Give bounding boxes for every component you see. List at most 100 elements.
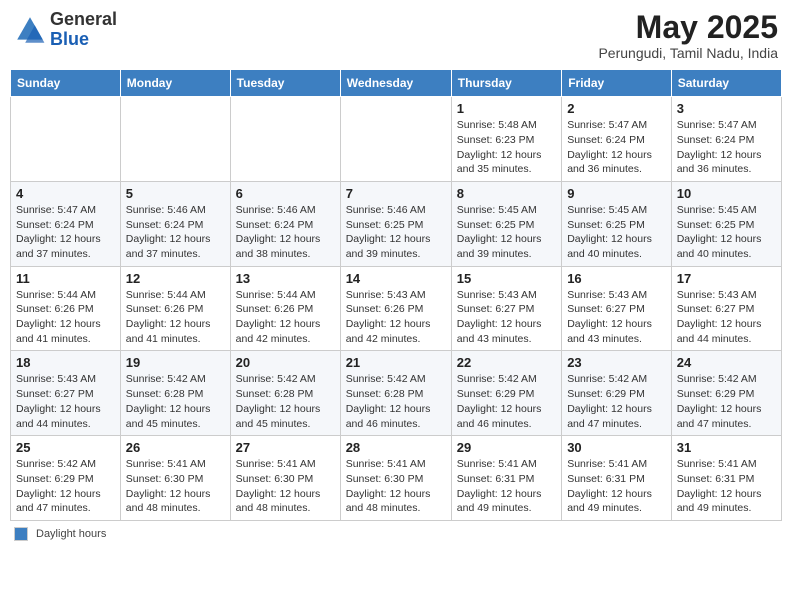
day-detail: Sunrise: 5:42 AM Sunset: 6:29 PM Dayligh…	[567, 372, 666, 431]
calendar-cell: 13 Sunrise: 5:44 AM Sunset: 6:26 PM Dayli…	[230, 266, 340, 351]
day-detail: Sunrise: 5:41 AM Sunset: 6:31 PM Dayligh…	[567, 457, 666, 516]
day-detail: Sunrise: 5:47 AM Sunset: 6:24 PM Dayligh…	[567, 118, 666, 177]
calendar-cell: 8Sunrise: 5:45 AM Sunset: 6:25 PM Daylig…	[451, 181, 561, 266]
day-number: 24	[677, 355, 776, 370]
day-number: 14	[346, 271, 446, 286]
day-detail: Sunrise: 5:43 AM Sunset: 6:27 PM Dayligh…	[457, 288, 556, 347]
day-number: 16	[567, 271, 666, 286]
day-number: 5	[126, 186, 225, 201]
calendar-cell: 29Sunrise: 5:41 AM Sunset: 6:31 PM Dayli…	[451, 436, 561, 521]
day-number: 23	[567, 355, 666, 370]
day-number: 13	[236, 271, 335, 286]
day-detail: Sunrise: 5:43 AM Sunset: 6:27 PM Dayligh…	[567, 288, 666, 347]
calendar-week-row: 4Sunrise: 5:47 AM Sunset: 6:24 PM Daylig…	[11, 181, 782, 266]
day-number: 4	[16, 186, 115, 201]
day-detail: Sunrise: 5:44 AM Sunset: 6:26 PM Dayligh…	[236, 288, 335, 347]
calendar-cell: 2 Sunrise: 5:47 AM Sunset: 6:24 PM Daylig…	[562, 97, 672, 182]
logo-blue: Blue	[50, 30, 117, 50]
day-number: 31	[677, 440, 776, 455]
weekday-header-friday: Friday	[562, 70, 672, 97]
weekday-header-tuesday: Tuesday	[230, 70, 340, 97]
day-number: 25	[16, 440, 115, 455]
day-detail: Sunrise: 5:42 AM Sunset: 6:29 PM Dayligh…	[16, 457, 115, 516]
calendar-week-row: 18 Sunrise: 5:43 AM Sunset: 6:27 PM Dayli…	[11, 351, 782, 436]
calendar-cell: 15 Sunrise: 5:43 AM Sunset: 6:27 PM Dayli…	[451, 266, 561, 351]
calendar-cell: 26Sunrise: 5:41 AM Sunset: 6:30 PM Dayli…	[120, 436, 230, 521]
logo-icon	[14, 14, 46, 46]
calendar-cell: 6 Sunrise: 5:46 AM Sunset: 6:24 PM Daylig…	[230, 181, 340, 266]
day-number: 8	[457, 186, 556, 201]
calendar-cell: 19 Sunrise: 5:42 AM Sunset: 6:28 PM Dayli…	[120, 351, 230, 436]
calendar-cell: 21 Sunrise: 5:42 AM Sunset: 6:28 PM Dayli…	[340, 351, 451, 436]
weekday-header-saturday: Saturday	[671, 70, 781, 97]
footer-label: Daylight hours	[36, 528, 106, 540]
calendar-cell: 16 Sunrise: 5:43 AM Sunset: 6:27 PM Dayli…	[562, 266, 672, 351]
page-header: General Blue May 2025 Perungudi, Tamil N…	[10, 10, 782, 61]
day-detail: Sunrise: 5:44 AM Sunset: 6:26 PM Dayligh…	[16, 288, 115, 347]
calendar-table: SundayMondayTuesdayWednesdayThursdayFrid…	[10, 69, 782, 521]
day-detail: Sunrise: 5:42 AM Sunset: 6:28 PM Dayligh…	[126, 372, 225, 431]
calendar-cell: 23 Sunrise: 5:42 AM Sunset: 6:29 PM Dayli…	[562, 351, 672, 436]
calendar-cell: 9 Sunrise: 5:45 AM Sunset: 6:25 PM Daylig…	[562, 181, 672, 266]
day-number: 12	[126, 271, 225, 286]
day-detail: Sunrise: 5:45 AM Sunset: 6:25 PM Dayligh…	[567, 203, 666, 262]
day-number: 11	[16, 271, 115, 286]
day-number: 7	[346, 186, 446, 201]
day-number: 21	[346, 355, 446, 370]
calendar-cell: 17Sunrise: 5:43 AM Sunset: 6:27 PM Dayli…	[671, 266, 781, 351]
calendar-cell: 4Sunrise: 5:47 AM Sunset: 6:24 PM Daylig…	[11, 181, 121, 266]
calendar-cell: 27 Sunrise: 5:41 AM Sunset: 6:30 PM Dayli…	[230, 436, 340, 521]
calendar-cell	[340, 97, 451, 182]
day-detail: Sunrise: 5:41 AM Sunset: 6:30 PM Dayligh…	[346, 457, 446, 516]
calendar-cell: 7Sunrise: 5:46 AM Sunset: 6:25 PM Daylig…	[340, 181, 451, 266]
day-number: 15	[457, 271, 556, 286]
day-detail: Sunrise: 5:47 AM Sunset: 6:24 PM Dayligh…	[677, 118, 776, 177]
weekday-header-thursday: Thursday	[451, 70, 561, 97]
month-title: May 2025	[598, 10, 778, 45]
calendar-cell: 1Sunrise: 5:48 AM Sunset: 6:23 PM Daylig…	[451, 97, 561, 182]
footer-legend-box	[14, 527, 28, 541]
day-detail: Sunrise: 5:41 AM Sunset: 6:30 PM Dayligh…	[126, 457, 225, 516]
day-detail: Sunrise: 5:43 AM Sunset: 6:27 PM Dayligh…	[677, 288, 776, 347]
location: Perungudi, Tamil Nadu, India	[598, 45, 778, 61]
day-detail: Sunrise: 5:46 AM Sunset: 6:24 PM Dayligh…	[126, 203, 225, 262]
day-detail: Sunrise: 5:42 AM Sunset: 6:28 PM Dayligh…	[236, 372, 335, 431]
calendar-cell: 22Sunrise: 5:42 AM Sunset: 6:29 PM Dayli…	[451, 351, 561, 436]
day-detail: Sunrise: 5:42 AM Sunset: 6:29 PM Dayligh…	[677, 372, 776, 431]
day-detail: Sunrise: 5:46 AM Sunset: 6:24 PM Dayligh…	[236, 203, 335, 262]
calendar-cell: 24 Sunrise: 5:42 AM Sunset: 6:29 PM Dayli…	[671, 351, 781, 436]
day-number: 1	[457, 101, 556, 116]
logo-general: General	[50, 10, 117, 30]
calendar-cell: 28 Sunrise: 5:41 AM Sunset: 6:30 PM Dayli…	[340, 436, 451, 521]
day-number: 6	[236, 186, 335, 201]
day-number: 30	[567, 440, 666, 455]
weekday-header-wednesday: Wednesday	[340, 70, 451, 97]
day-number: 19	[126, 355, 225, 370]
day-number: 9	[567, 186, 666, 201]
weekday-header-monday: Monday	[120, 70, 230, 97]
calendar-cell: 11 Sunrise: 5:44 AM Sunset: 6:26 PM Dayli…	[11, 266, 121, 351]
day-number: 2	[567, 101, 666, 116]
weekday-header-row: SundayMondayTuesdayWednesdayThursdayFrid…	[11, 70, 782, 97]
day-detail: Sunrise: 5:41 AM Sunset: 6:30 PM Dayligh…	[236, 457, 335, 516]
day-detail: Sunrise: 5:42 AM Sunset: 6:28 PM Dayligh…	[346, 372, 446, 431]
calendar-cell: 10Sunrise: 5:45 AM Sunset: 6:25 PM Dayli…	[671, 181, 781, 266]
day-detail: Sunrise: 5:43 AM Sunset: 6:27 PM Dayligh…	[16, 372, 115, 431]
day-detail: Sunrise: 5:44 AM Sunset: 6:26 PM Dayligh…	[126, 288, 225, 347]
calendar-cell: 14 Sunrise: 5:43 AM Sunset: 6:26 PM Dayli…	[340, 266, 451, 351]
footer: Daylight hours	[10, 527, 782, 541]
day-number: 27	[236, 440, 335, 455]
title-block: May 2025 Perungudi, Tamil Nadu, India	[598, 10, 778, 61]
day-number: 28	[346, 440, 446, 455]
calendar-cell: 3Sunrise: 5:47 AM Sunset: 6:24 PM Daylig…	[671, 97, 781, 182]
logo: General Blue	[14, 10, 117, 50]
calendar-cell: 25 Sunrise: 5:42 AM Sunset: 6:29 PM Dayli…	[11, 436, 121, 521]
calendar-cell: 18 Sunrise: 5:43 AM Sunset: 6:27 PM Dayli…	[11, 351, 121, 436]
day-number: 10	[677, 186, 776, 201]
calendar-cell: 12 Sunrise: 5:44 AM Sunset: 6:26 PM Dayli…	[120, 266, 230, 351]
day-detail: Sunrise: 5:41 AM Sunset: 6:31 PM Dayligh…	[677, 457, 776, 516]
day-number: 20	[236, 355, 335, 370]
day-number: 18	[16, 355, 115, 370]
calendar-cell	[230, 97, 340, 182]
day-detail: Sunrise: 5:43 AM Sunset: 6:26 PM Dayligh…	[346, 288, 446, 347]
